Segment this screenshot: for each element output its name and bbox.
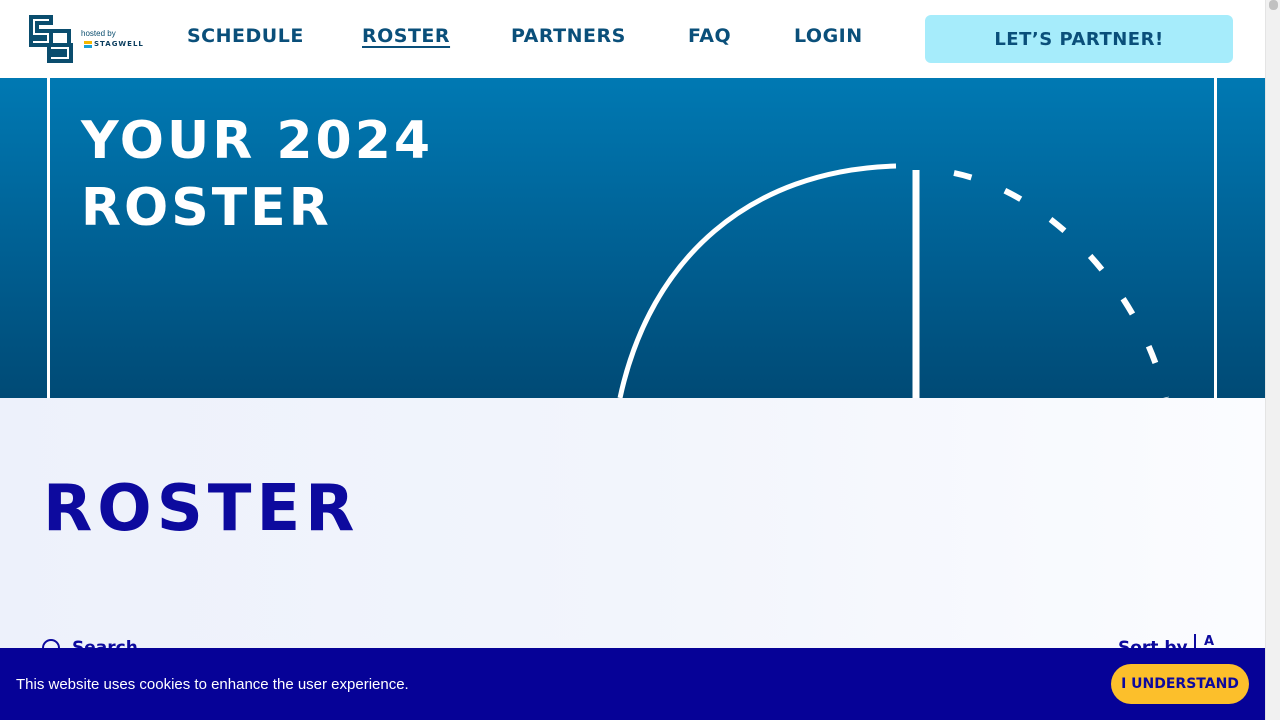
cookie-banner: This website uses cookies to enhance the… [0,648,1265,720]
stagwell-icon [84,41,92,48]
nav-roster[interactable]: ROSTER [362,25,450,47]
nav-faq[interactable]: FAQ [688,25,731,47]
site-header: hosted by STAGWELL SCHEDULE ROSTER PARTN… [0,0,1265,78]
sb-logo[interactable]: hosted by STAGWELL [27,15,147,65]
hero-right-line [1214,78,1217,398]
sort-value[interactable]: A [1194,634,1214,649]
hero-title-line-1: YOUR 2024 [81,111,434,171]
sb-logo-icon [29,15,73,63]
nav-schedule[interactable]: SCHEDULE [187,25,304,47]
roster-heading: ROSTER [43,472,360,546]
lets-partner-button[interactable]: LET’S PARTNER! [925,15,1233,63]
hero-banner: YOUR 2024 ROSTER [0,78,1265,398]
nav-partners[interactable]: PARTNERS [511,25,626,47]
hero-title: YOUR 2024 ROSTER [81,108,433,242]
hosted-by-label: hosted by [81,29,116,38]
cookie-accept-button[interactable]: I UNDERSTAND [1111,664,1249,704]
nav-login[interactable]: LOGIN [794,25,863,47]
hero-title-line-2: ROSTER [81,178,332,238]
stagwell-label: STAGWELL [94,40,144,48]
hero-left-line [47,78,50,398]
page-scrollbar[interactable] [1265,0,1280,720]
cookie-message: This website uses cookies to enhance the… [16,676,409,693]
scrollbar-thumb[interactable] [1269,0,1278,10]
